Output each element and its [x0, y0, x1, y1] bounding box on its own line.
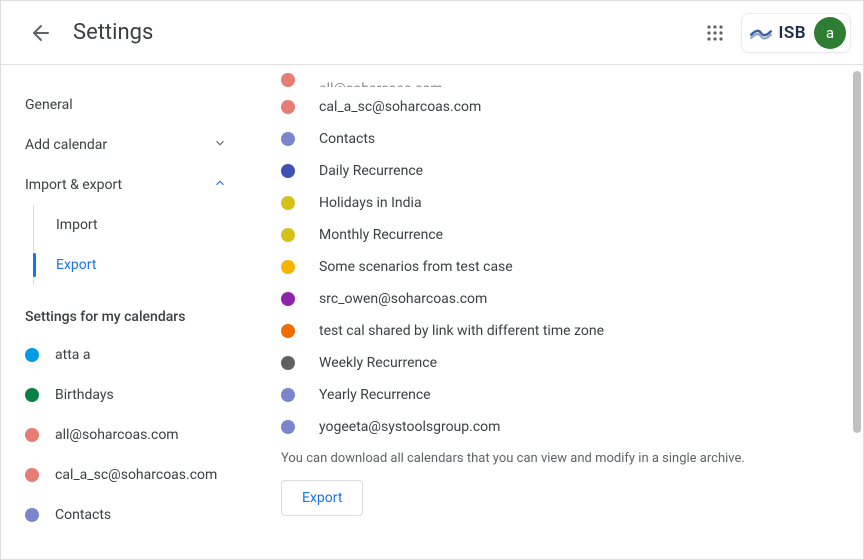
calendar-label: atta a [55, 347, 90, 363]
calendar-label: Holidays in India [319, 195, 422, 211]
sidebar-section-label: Settings for my calendars [9, 285, 243, 335]
color-dot [281, 100, 295, 114]
calendar-row: Weekly Recurrence [281, 347, 843, 379]
nav-import-export[interactable]: Import & export [1, 165, 243, 205]
calendar-row: src_owen@soharcoas.com [281, 283, 843, 315]
sidebar-calendar-item[interactable]: Birthdays [9, 375, 243, 415]
export-helper-text: You can download all calendars that you … [281, 451, 843, 466]
color-dot [281, 73, 295, 87]
calendar-label: Contacts [319, 131, 375, 147]
back-button[interactable] [21, 13, 61, 53]
calendar-label: Daily Recurrence [319, 163, 423, 179]
color-dot [281, 292, 295, 306]
nav-label: Import [56, 217, 98, 233]
scrollbar[interactable] [853, 71, 861, 553]
calendar-label: Weekly Recurrence [319, 355, 437, 371]
calendar-label: Contacts [55, 507, 111, 523]
color-dot [25, 468, 39, 482]
color-dot [281, 196, 295, 210]
calendar-label: cal_a_sc@soharcoas.com [319, 99, 481, 115]
calendar-row: yogeeta@systoolsgroup.com [281, 411, 843, 443]
calendar-row: Holidays in India [281, 187, 843, 219]
calendar-label: yogeeta@systoolsgroup.com [319, 419, 500, 435]
color-dot [25, 508, 39, 522]
calendar-label: src_owen@soharcoas.com [319, 291, 487, 307]
avatar-letter: a [826, 24, 834, 42]
calendar-row: Daily Recurrence [281, 155, 843, 187]
color-dot [281, 228, 295, 242]
arrow-left-icon [29, 21, 53, 45]
apps-grid-icon [706, 24, 724, 42]
calendar-label: cal_a_sc@soharcoas.com [55, 467, 217, 483]
color-dot [281, 420, 295, 434]
color-dot [281, 164, 295, 178]
calendar-row: Yearly Recurrence [281, 379, 843, 411]
nav-export[interactable]: Export [34, 245, 243, 285]
account-chip[interactable]: ISB a [741, 13, 851, 53]
color-dot [25, 388, 39, 402]
calendar-row: all@soharcoas.com [281, 69, 843, 87]
nav-add-calendar[interactable]: Add calendar [1, 125, 243, 165]
nav-label: General [25, 97, 73, 113]
color-dot [25, 428, 39, 442]
calendar-label: all@soharcoas.com [319, 81, 443, 87]
calendar-label: test cal shared by link with different t… [319, 323, 604, 339]
color-dot [281, 356, 295, 370]
brand-text: ISB [778, 23, 806, 43]
sidebar-calendar-item[interactable]: atta a [9, 335, 243, 375]
calendar-row: cal_a_sc@soharcoas.com [281, 91, 843, 123]
sidebar: General Add calendar Import & export Imp… [1, 65, 251, 559]
chevron-down-icon [213, 136, 227, 154]
nav-label: Add calendar [25, 137, 107, 153]
nav-label: Import & export [25, 177, 122, 193]
calendar-row: Contacts [281, 123, 843, 155]
brand-logo: ISB [748, 20, 806, 46]
color-dot [281, 388, 295, 402]
sidebar-calendar-item[interactable]: Contacts [9, 495, 243, 535]
color-dot [25, 348, 39, 362]
calendar-row: Some scenarios from test case [281, 251, 843, 283]
header: Settings ISB a [1, 1, 863, 65]
calendar-label: Birthdays [55, 387, 114, 403]
avatar[interactable]: a [814, 17, 846, 49]
sidebar-calendar-item[interactable]: all@soharcoas.com [9, 415, 243, 455]
calendar-label: Some scenarios from test case [319, 259, 513, 275]
page-title: Settings [73, 20, 153, 45]
nav-general[interactable]: General [1, 85, 243, 125]
calendar-row: Monthly Recurrence [281, 219, 843, 251]
calendar-label: Monthly Recurrence [319, 227, 443, 243]
color-dot [281, 324, 295, 338]
export-button-label: Export [302, 490, 342, 506]
nav-import[interactable]: Import [34, 205, 243, 245]
calendar-label: all@soharcoas.com [55, 427, 179, 443]
calendar-label: Yearly Recurrence [319, 387, 431, 403]
google-apps-button[interactable] [695, 13, 735, 53]
content-area: all@soharcoas.com cal_a_sc@soharcoas.com… [251, 65, 863, 559]
chevron-up-icon [213, 176, 227, 194]
scrollbar-thumb[interactable] [853, 71, 861, 433]
export-button[interactable]: Export [281, 480, 363, 516]
brand-wave-icon [748, 20, 774, 46]
color-dot [281, 132, 295, 146]
sidebar-calendar-item[interactable]: cal_a_sc@soharcoas.com [9, 455, 243, 495]
nav-import-export-subitems: Import Export [33, 205, 243, 285]
nav-label: Export [56, 257, 96, 273]
calendar-row: test cal shared by link with different t… [281, 315, 843, 347]
color-dot [281, 260, 295, 274]
